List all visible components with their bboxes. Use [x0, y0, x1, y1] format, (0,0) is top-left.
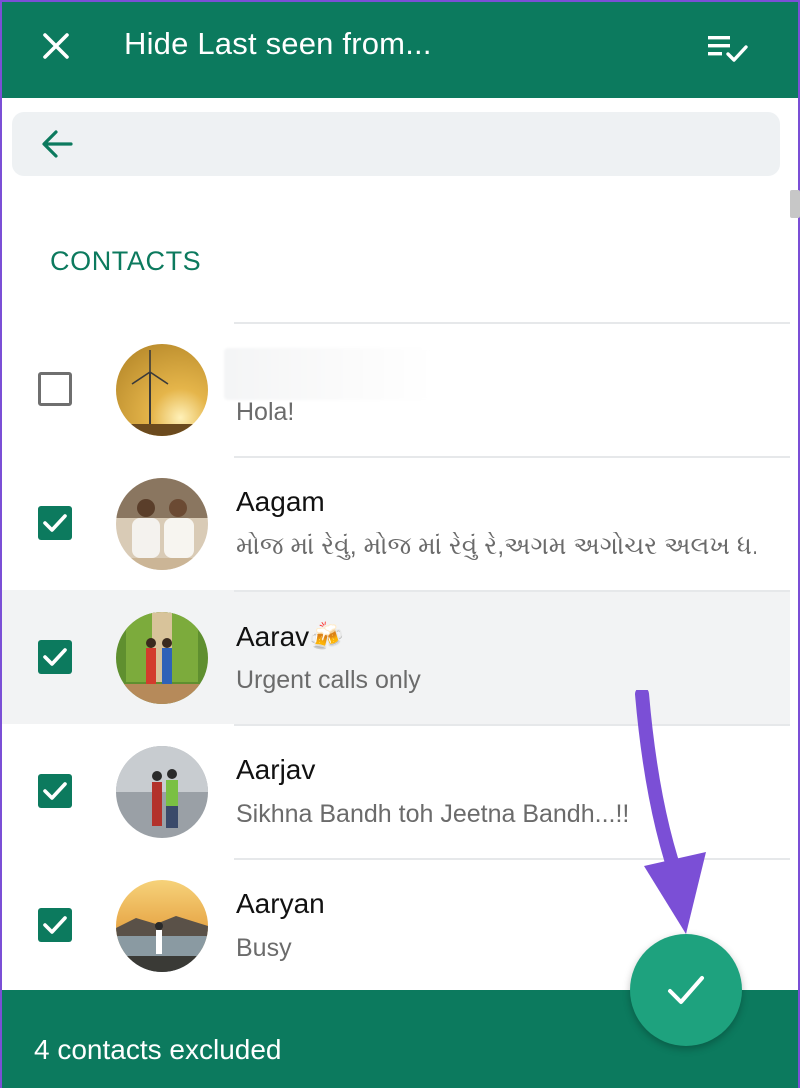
contact-status: Hola! [236, 398, 295, 426]
page-title: Hide Last seen from... [124, 26, 432, 61]
checkbox-unchecked[interactable] [38, 372, 72, 406]
select-all-icon[interactable] [706, 30, 750, 66]
close-icon[interactable] [38, 28, 74, 64]
excluded-count: 4 contacts excluded [34, 1034, 282, 1065]
avatar [116, 612, 208, 704]
checkbox-checked[interactable] [38, 640, 72, 674]
contact-name: Aaryan [236, 888, 325, 919]
arrow-left-icon[interactable] [40, 128, 74, 160]
avatar [116, 746, 208, 838]
contact-row[interactable]: Hola! [2, 322, 790, 456]
avatar [116, 478, 208, 570]
contact-status: Busy [236, 934, 292, 962]
confirm-fab-button[interactable] [630, 934, 742, 1046]
section-label-contacts: CONTACTS [50, 246, 202, 276]
contact-name-hidden [224, 348, 432, 400]
app-header: Hide Last seen from... [2, 0, 798, 98]
contact-row[interactable]: Aagam મોજ માં રેવું, મોજ માં રેવું રે,અગ… [2, 456, 790, 590]
annotation-arrow-icon [635, 690, 706, 934]
avatar [116, 344, 208, 436]
contact-name: Aarjav [236, 754, 316, 785]
contact-name: Aarav🍻 [236, 621, 345, 652]
scrollbar-thumb[interactable] [790, 190, 800, 218]
checkbox-checked[interactable] [38, 908, 72, 942]
row-divider [234, 322, 790, 324]
check-icon [668, 976, 704, 1004]
row-divider [234, 456, 790, 458]
contact-status: Sikhna Bandh toh Jeetna Bandh...!! [236, 800, 630, 828]
contact-name: Aagam [236, 486, 325, 517]
avatar [116, 880, 208, 972]
checkbox-checked[interactable] [38, 506, 72, 540]
checkbox-checked[interactable] [38, 774, 72, 808]
search-bar[interactable] [12, 112, 780, 176]
contact-status: Urgent calls only [236, 666, 421, 694]
row-divider [234, 590, 790, 592]
contact-status: મોજ માં રેવું, મોજ માં રેવું રે,અગમ અગોચ… [236, 532, 756, 560]
